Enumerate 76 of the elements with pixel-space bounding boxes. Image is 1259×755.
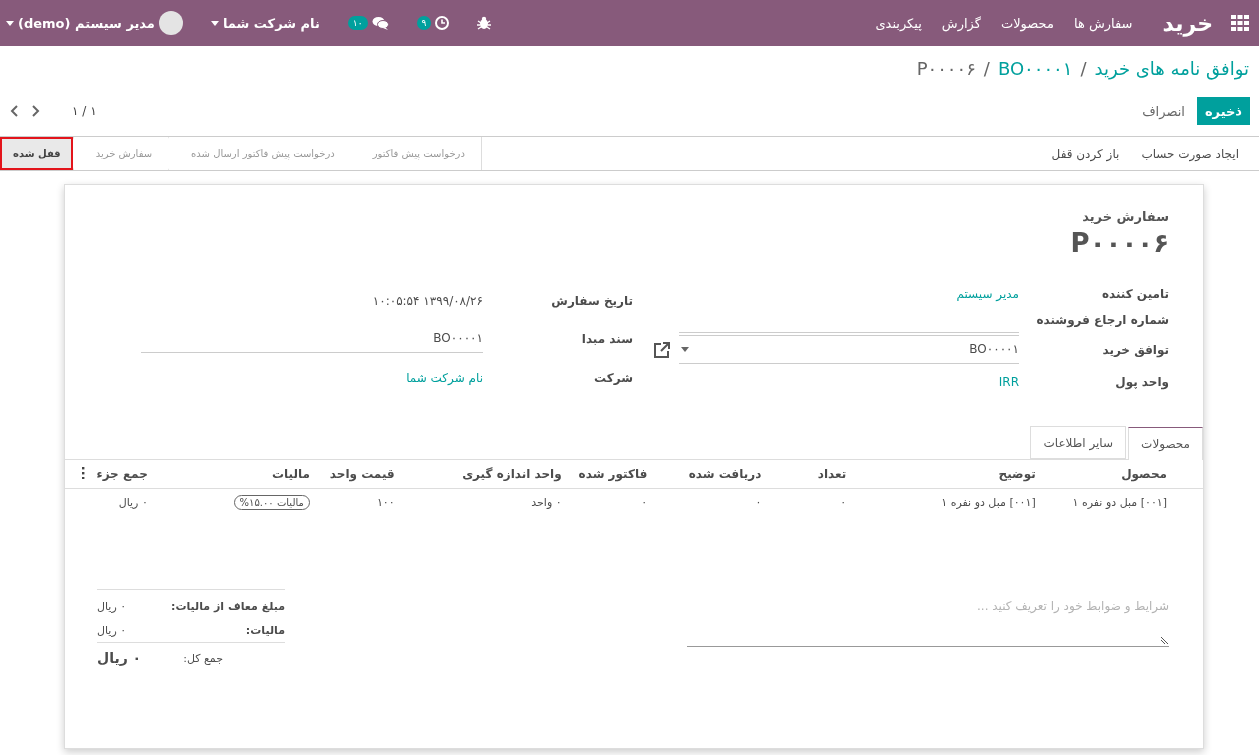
activity-count-badge: ۹ [416, 16, 432, 30]
field-label: شماره ارجاع فروشنده [1035, 311, 1169, 330]
table-cell: [۰۰۱] مبل دو نفره ۱ [852, 488, 1042, 515]
menu-item[interactable]: سفارش ها [1073, 15, 1133, 31]
table-cell: ۰ [567, 488, 654, 515]
action-button[interactable]: ایجاد صورت حساب [1133, 137, 1247, 170]
tab[interactable]: محصولات [1128, 427, 1203, 460]
resize-handle-icon [1161, 636, 1169, 644]
notes-placeholder: شرایط و ضوابط خود را تعریف کنید ... [976, 599, 1169, 613]
tab[interactable]: سایر اطلاعات [1030, 426, 1127, 459]
field-label: واحد پول [1114, 374, 1169, 392]
field-label: تاریخ سفارش [550, 292, 633, 310]
total-label: مبلغ معاف از مالیات: [171, 599, 285, 613]
pager-counter: ۱ / ۱ [72, 104, 97, 118]
column-header[interactable]: تعداد [767, 459, 853, 489]
action-button[interactable]: باز کردن قفل [1043, 137, 1128, 170]
table-cell: ۰ ریال [90, 488, 154, 515]
column-header[interactable]: جمع جزء [90, 459, 154, 489]
record-name: P۰۰۰۰۶ [1069, 228, 1169, 258]
total-value: ۰ ریال [97, 650, 142, 666]
bug-icon[interactable] [477, 16, 492, 30]
field-label: سند مبدا [580, 331, 633, 349]
breadcrumb-separator: / [983, 58, 990, 81]
apps-menu-icon[interactable] [1231, 15, 1249, 31]
table-cell: [۰۰۱] مبل دو نفره ۱ [1041, 488, 1203, 515]
menu-item[interactable]: محصولات [1000, 15, 1054, 31]
chevron-right-icon[interactable] [32, 105, 40, 117]
external-link-icon[interactable] [653, 340, 671, 359]
discard-button[interactable]: انصراف [1136, 97, 1191, 125]
field-value: ۱۳۹۹/۰۸/۲۶ ۱۰:۰۵:۵۴ [371, 292, 483, 310]
table-cell: ۰ واحد [400, 488, 568, 515]
column-header[interactable]: دریافت شده [653, 459, 768, 489]
caret-icon [6, 20, 14, 26]
breadcrumb-current: P۰۰۰۰۶ [916, 58, 976, 81]
field-label: شرکت [593, 370, 633, 388]
field-label: توافق خرید [1101, 341, 1169, 360]
column-header[interactable]: قیمت واحد [315, 459, 401, 489]
avatar-icon [158, 11, 183, 35]
column-header[interactable]: مالیات [153, 459, 316, 489]
total-label: جمع کل: [183, 651, 223, 665]
field-link[interactable]: نام شرکت شما [141, 366, 483, 392]
breadcrumb-separator: / [1080, 58, 1087, 81]
field-link[interactable]: مدیر سیستم [679, 282, 1019, 307]
message-count-badge: ۱۰ [347, 16, 368, 30]
column-header[interactable]: واحد اندازه گیری [400, 459, 568, 489]
menu-item[interactable]: گزارش [941, 15, 981, 31]
select-field[interactable]: BO۰۰۰۰۱ [679, 335, 1019, 364]
total-value: ۰ ریال [97, 599, 127, 613]
column-header[interactable]: فاکتور شده [567, 459, 654, 489]
field-label: تامین کننده [1100, 286, 1169, 303]
messages-button[interactable]: ۱۰ [347, 16, 389, 30]
record-type-label: سفارش خرید [1081, 209, 1169, 224]
table-cell: ۰ [653, 488, 768, 515]
caret-icon [210, 20, 219, 26]
total-value: ۰ ریال [97, 623, 127, 637]
app-title: خرید [1162, 10, 1213, 36]
save-button[interactable]: ذخیره [1196, 97, 1250, 125]
table-cell: ۱۰۰ [315, 488, 401, 515]
menu-item[interactable]: پیکربندی [875, 15, 922, 31]
table-cell: ۰ [767, 488, 853, 515]
status-stage[interactable]: قفل شده [0, 137, 73, 170]
breadcrumb-link[interactable]: BO۰۰۰۰۱ [997, 58, 1073, 88]
breadcrumb-link[interactable]: توافق نامه های خرید [1094, 58, 1249, 88]
field-link[interactable]: IRR [679, 366, 1019, 398]
column-header[interactable]: محصول [1041, 459, 1203, 489]
clock-icon [435, 16, 450, 30]
total-label: مالیات: [245, 623, 285, 637]
caret-icon [681, 347, 689, 352]
kebab-menu-icon[interactable] [80, 466, 85, 479]
chevron-left-icon[interactable] [10, 105, 18, 117]
column-header[interactable]: توضیح [852, 459, 1042, 489]
input-field[interactable]: BO۰۰۰۰۱ [141, 327, 483, 353]
company-switcher[interactable]: نام شرکت شما [210, 15, 320, 31]
chat-bubbles-icon [371, 16, 389, 30]
user-menu[interactable]: مدیر سیستم (demo) [6, 11, 183, 35]
activity-button[interactable]: ۹ [416, 16, 450, 30]
